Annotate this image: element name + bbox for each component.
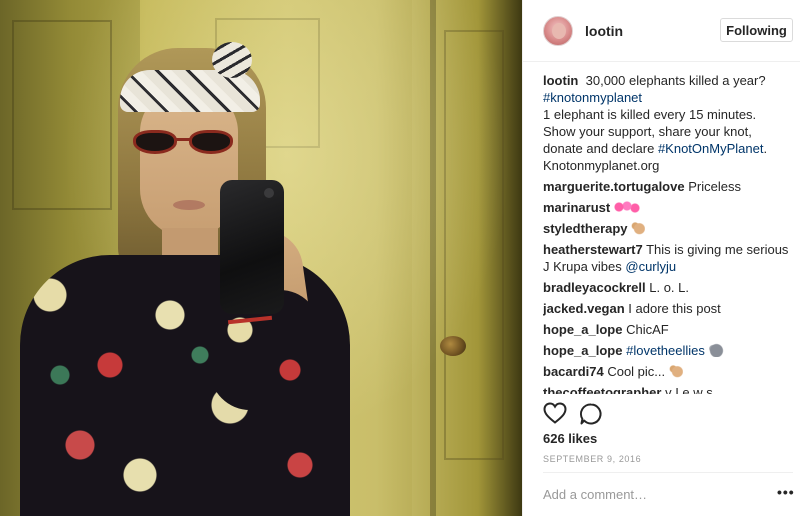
comment-text: v I e w s bbox=[665, 385, 713, 394]
comment-text: L. o. L. bbox=[649, 280, 689, 295]
post-photo[interactable] bbox=[0, 0, 522, 516]
caption-text: 30,000 elephants killed a year? #knotonm… bbox=[543, 73, 767, 173]
author-avatar[interactable] bbox=[543, 15, 573, 46]
comment-username[interactable]: jacked.vegan bbox=[543, 301, 625, 316]
ok-hand-emoji bbox=[668, 364, 683, 378]
comment-row: bradleyacockrell L. o. L. bbox=[543, 279, 793, 296]
hashtag-link[interactable]: #KnotOnMyPlanet bbox=[658, 141, 764, 156]
comment-username[interactable]: hope_a_lope bbox=[543, 343, 622, 358]
comment-username[interactable]: bradleyacockrell bbox=[543, 280, 646, 295]
comment-row: marinarust bbox=[543, 199, 793, 216]
comment-username[interactable]: marinarust bbox=[543, 200, 610, 215]
comment-text: Priceless bbox=[688, 179, 741, 194]
comment-row: bacardi74 Cool pic... bbox=[543, 363, 793, 380]
post-actions bbox=[543, 402, 603, 426]
instagram-post: lootin Following lootin 30,000 elephants… bbox=[0, 0, 800, 516]
hearts-emoji bbox=[613, 200, 640, 214]
comment-username[interactable]: marguerite.tortugalove bbox=[543, 179, 685, 194]
photo-phone bbox=[220, 180, 284, 314]
post-header: lootin Following bbox=[523, 0, 800, 62]
post-sidebar: lootin Following lootin 30,000 elephants… bbox=[522, 0, 800, 516]
caption-username[interactable]: lootin bbox=[543, 73, 578, 88]
ok-hand-emoji bbox=[631, 221, 646, 235]
comment-username[interactable]: styledtherapy bbox=[543, 221, 628, 236]
comment-row: styledtherapy bbox=[543, 220, 793, 237]
comment-username[interactable]: thecoffeetographer bbox=[543, 385, 661, 394]
comments-list[interactable]: lootin 30,000 elephants killed a year? #… bbox=[543, 72, 793, 394]
more-options-icon[interactable]: ••• bbox=[777, 485, 795, 499]
comment-username[interactable]: heatherstewart7 bbox=[543, 242, 643, 257]
comment-text: Cool pic... bbox=[607, 364, 666, 379]
comment-bubble-icon[interactable] bbox=[579, 402, 603, 426]
divider bbox=[543, 472, 793, 473]
comment-text: ChicAF bbox=[626, 322, 669, 337]
comment-text: I adore this post bbox=[628, 301, 721, 316]
tag-link[interactable]: #lovetheellies bbox=[626, 343, 705, 358]
comment-row: thecoffeetographer v I e w s bbox=[543, 384, 793, 394]
add-comment-input[interactable] bbox=[543, 484, 769, 504]
photo-sunglasses bbox=[133, 128, 237, 158]
comment-row: hope_a_lope #lovetheellies bbox=[543, 342, 793, 359]
likes-count[interactable]: 626 likes bbox=[543, 431, 597, 446]
hashtag-link[interactable]: #knotonmyplanet bbox=[543, 90, 642, 105]
following-button[interactable]: Following bbox=[720, 18, 793, 42]
caption: lootin 30,000 elephants killed a year? #… bbox=[543, 72, 793, 174]
heart-icon[interactable] bbox=[543, 402, 567, 426]
elephant-emoji bbox=[708, 343, 724, 357]
comment-row: heatherstewart7 This is giving me seriou… bbox=[543, 241, 793, 275]
comment-username[interactable]: hope_a_lope bbox=[543, 322, 622, 337]
comment-row: marguerite.tortugalove Priceless bbox=[543, 178, 793, 195]
comment-row: hope_a_lope ChicAF bbox=[543, 321, 793, 338]
tag-link[interactable]: @curlyju bbox=[625, 259, 676, 274]
caption-text-segment: 30,000 elephants killed a year? bbox=[585, 73, 766, 88]
author-username[interactable]: lootin bbox=[585, 23, 623, 39]
comment-username[interactable]: bacardi74 bbox=[543, 364, 604, 379]
comment-row: jacked.vegan I adore this post bbox=[543, 300, 793, 317]
post-date: SEPTEMBER 9, 2016 bbox=[543, 454, 642, 464]
